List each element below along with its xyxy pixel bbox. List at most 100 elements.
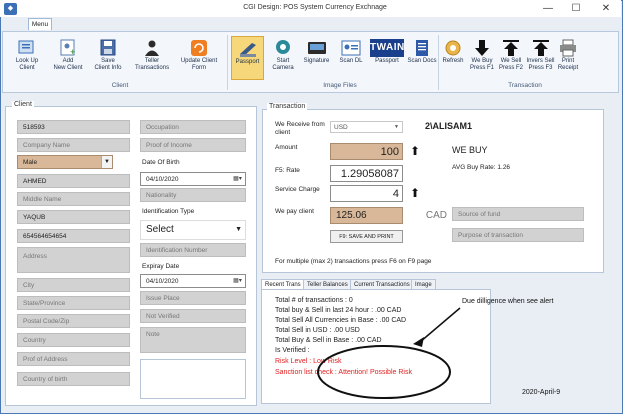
label-line1: Print [561, 58, 575, 64]
source-of-fund-field[interactable]: Source of fund [452, 207, 584, 221]
client-id-field[interactable]: 518593 [17, 120, 130, 134]
teller-transactions-button[interactable]: Teller Transactions [130, 38, 174, 80]
passport-capture-button[interactable]: Passport [231, 36, 264, 80]
expiry-picker[interactable]: 04/10/2020 ▦▾ [140, 274, 246, 288]
inverse-sell-button[interactable]: Invers Sell Press F3 [526, 38, 555, 80]
twain-passport-button[interactable]: TWAIN Passport [369, 38, 405, 80]
amount-label: Amount [275, 144, 298, 151]
save-client-button[interactable]: Save Client Info [89, 38, 127, 80]
maximize-button[interactable]: ☐ [562, 0, 590, 17]
label-line2: Press F3 [528, 65, 553, 71]
ribbon-separator [227, 35, 228, 90]
rate-input[interactable]: 1.29058087 [330, 165, 403, 182]
id-type-value: Select [146, 224, 174, 235]
label-line2: Passport [235, 59, 260, 65]
label-line2: Press F2 [498, 65, 523, 71]
we-sell-button[interactable]: We Sell Press F2 [497, 38, 525, 80]
note-field[interactable]: Note [140, 327, 246, 353]
camera-icon [276, 40, 290, 54]
currency-select[interactable]: USD ▼ [330, 121, 403, 133]
annotation-arrowhead [413, 337, 424, 347]
add-client-button[interactable]: + Add New Client [49, 38, 87, 80]
pay-value: 125.06 [330, 207, 403, 224]
expiry-label: Expiray Date [142, 263, 180, 270]
transaction-section-title: Transaction [267, 103, 308, 110]
label-line1: We Buy [471, 58, 493, 64]
update-client-form-button[interactable]: Update Client Form [176, 38, 222, 80]
label-line2: Scan DL [339, 58, 363, 64]
label-line1: Save [101, 58, 115, 64]
id-number-field[interactable]: Identification Number [140, 243, 246, 257]
service-charge-input[interactable]: 4 [330, 185, 403, 202]
country-field[interactable]: Country [17, 333, 130, 347]
lookup-client-button[interactable]: Look Up Client [8, 38, 46, 80]
minimize-button[interactable]: — [534, 0, 562, 17]
city-field[interactable]: City [17, 278, 130, 292]
currency-value: USD [334, 124, 348, 131]
chevron-down-icon[interactable]: ▼ [235, 221, 242, 239]
annotation-overlay [317, 307, 461, 399]
chevron-down-icon[interactable]: ▼ [101, 156, 112, 168]
nationality-field[interactable]: Nationality [140, 188, 246, 202]
dob-picker[interactable]: 04/10/2020 ▦▾ [140, 172, 246, 186]
issue-place-field[interactable]: Issue Place [140, 291, 246, 305]
client-section-title: Client [12, 101, 34, 108]
arrow-up-icon [503, 40, 519, 56]
id-type-select[interactable]: Select ▼ [140, 220, 246, 240]
country-of-birth-field[interactable]: Country of birth [17, 372, 130, 386]
teller-icon [145, 40, 159, 56]
label-line2: Transactions [134, 65, 170, 71]
calendar-icon[interactable]: ▦▾ [231, 276, 244, 286]
refresh-form-icon [191, 40, 207, 56]
print-receipt-button[interactable]: Print Receipt [556, 38, 580, 80]
scanner-icon [239, 43, 256, 57]
state-field[interactable]: State/Province [17, 296, 130, 310]
id-card-icon [341, 40, 361, 56]
start-camera-button[interactable]: Start Camera [268, 38, 298, 80]
window-title: CGI Design: POS System Currency Exchnage [243, 4, 387, 11]
calendar-icon[interactable]: ▦▾ [231, 174, 244, 184]
scan-docs-button[interactable]: Scan Docs [407, 38, 437, 80]
scan-dl-button[interactable]: Scan DL [335, 38, 367, 80]
address-field[interactable]: Address [17, 247, 130, 273]
mode-label: WE BUY [452, 145, 488, 155]
middle-name-field[interactable]: Middle Name [17, 192, 130, 206]
multi-transaction-note: For multiple (max 2) transactions press … [275, 258, 432, 265]
save-print-button[interactable]: F9: SAVE AND PRINT [330, 230, 403, 243]
dob-value: 04/10/2020 [146, 176, 179, 183]
service-charge-label: Service Charge [275, 186, 320, 193]
last-name-field[interactable]: YAQUB [17, 210, 130, 224]
phone-field[interactable]: 654564654654 [17, 229, 130, 243]
menu-tab[interactable]: Menu [28, 18, 52, 30]
label-line1: Invers Sell [526, 58, 555, 64]
pay-label: We pay client [275, 208, 314, 215]
twain-logo-icon: TWAIN [370, 39, 404, 57]
receive-label: We Receive from client [275, 121, 325, 136]
proof-of-address-field[interactable]: Prof of Address [17, 352, 130, 366]
save-icon [100, 39, 116, 56]
ribbon-group-transaction: Transaction [508, 82, 542, 89]
photo-box [140, 359, 246, 399]
proof-of-income-field[interactable]: Proof of Income [140, 138, 246, 152]
close-button[interactable]: ✕ [592, 0, 620, 17]
refresh-button[interactable]: Refresh [440, 38, 466, 80]
company-name-field[interactable]: Company Name [17, 138, 130, 152]
printer-icon [560, 39, 576, 57]
purpose-field[interactable]: Purpose of transaction [452, 228, 584, 242]
label-line1: Start [276, 58, 290, 64]
occupation-field[interactable]: Occupation [140, 120, 246, 134]
label-line2: New Client [53, 65, 83, 71]
label-line2: Client Info [94, 65, 122, 71]
chevron-down-icon[interactable]: ▼ [394, 122, 399, 133]
postal-code-field[interactable]: Postal Code/Zip [17, 314, 130, 328]
gender-select[interactable]: Male ▼ [17, 155, 113, 169]
we-buy-button[interactable]: We Buy Press F1 [468, 38, 496, 80]
annotation-note: Due dilligence when see alert [462, 298, 554, 305]
first-name-field[interactable]: AHMED [17, 174, 130, 188]
label-line2: Passport [375, 58, 399, 64]
amount-input[interactable]: 100 [330, 143, 403, 160]
signature-button[interactable]: Signature [300, 38, 333, 80]
label-line2: Scan Docs [407, 58, 437, 64]
title-bar: ◆ CGI Design: POS System Currency Exchna… [0, 0, 621, 17]
lookup-icon [18, 40, 34, 54]
